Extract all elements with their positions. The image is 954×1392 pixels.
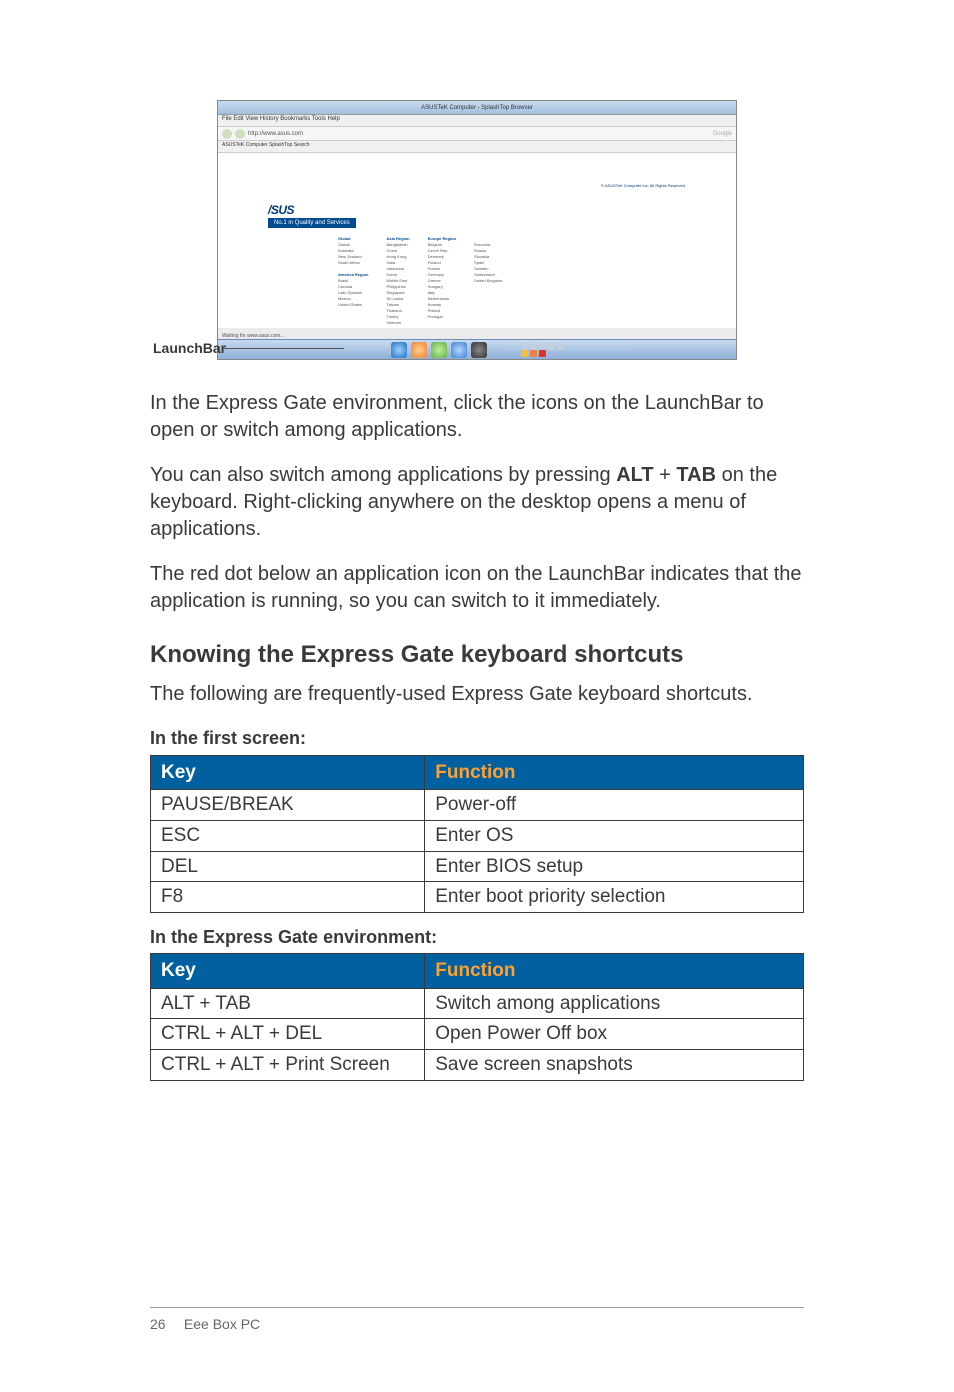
skype-icon[interactable] bbox=[451, 342, 467, 358]
page-footer: 26 Eee Box PC bbox=[150, 1307, 804, 1332]
th-function: Function bbox=[425, 755, 804, 790]
page-body: © ASUSTeK Computer Inc. All Rights Reser… bbox=[218, 153, 736, 328]
shortcuts-table-express-gate: Key Function ALT + TABSwitch among appli… bbox=[150, 953, 804, 1081]
window-titlebar: ASUSTeK Computer - SplashTop Browser bbox=[218, 101, 736, 115]
th-key: Key bbox=[151, 755, 425, 790]
copyright: © ASUSTeK Computer Inc. All Rights Reser… bbox=[268, 183, 686, 188]
heading-subtext: The following are frequently-used Expres… bbox=[150, 681, 804, 708]
table-header-row: Key Function bbox=[151, 954, 804, 989]
tray-icon[interactable] bbox=[557, 343, 564, 350]
table-row: ALT + TABSwitch among applications bbox=[151, 988, 804, 1019]
paragraph-1: In the Express Gate environment, click t… bbox=[150, 390, 804, 444]
browser-screenshot: ASUSTeK Computer - SplashTop Browser Fil… bbox=[217, 100, 737, 360]
table-row: CTRL + ALT + Print ScreenSave screen sna… bbox=[151, 1050, 804, 1081]
asus-tagline: No.1 in Quality and Services bbox=[268, 218, 356, 228]
launchbar[interactable] bbox=[218, 339, 736, 359]
search-hint: Google bbox=[713, 131, 732, 137]
tray-icon[interactable] bbox=[548, 343, 555, 350]
browser-tabs: ASUSTeK Computer SplashTop Search bbox=[218, 141, 736, 153]
back-icon[interactable] bbox=[222, 129, 232, 139]
table-row: ESCEnter OS bbox=[151, 820, 804, 851]
section-heading: Knowing the Express Gate keyboard shortc… bbox=[150, 639, 804, 671]
tray-icon[interactable] bbox=[539, 350, 546, 357]
table-header-row: Key Function bbox=[151, 755, 804, 790]
launchbar-callout-label: LaunchBar bbox=[153, 340, 226, 356]
tray-icon[interactable] bbox=[530, 350, 537, 357]
chat-icon[interactable] bbox=[431, 342, 447, 358]
tray-icon[interactable] bbox=[530, 343, 537, 350]
tray-icon[interactable] bbox=[521, 343, 528, 350]
launchbar-callout-line bbox=[224, 348, 344, 349]
asus-logo: /SUS bbox=[268, 203, 686, 217]
regions-list: GlobalGlobalAustraliaNew ZealandSouth Af… bbox=[338, 236, 686, 326]
table-row: PAUSE/BREAKPower-off bbox=[151, 790, 804, 821]
th-key: Key bbox=[151, 954, 425, 989]
system-tray bbox=[521, 343, 564, 357]
table2-caption: In the Express Gate environment: bbox=[150, 925, 804, 949]
forward-icon[interactable] bbox=[235, 129, 245, 139]
table-row: F8Enter boot priority selection bbox=[151, 882, 804, 913]
tray-icon[interactable] bbox=[539, 343, 546, 350]
tray-icon[interactable] bbox=[521, 350, 528, 357]
paragraph-3: The red dot below an application icon on… bbox=[150, 561, 804, 615]
shortcuts-table-first-screen: Key Function PAUSE/BREAKPower-off ESCEnt… bbox=[150, 755, 804, 913]
web-icon[interactable] bbox=[391, 342, 407, 358]
games-icon[interactable] bbox=[471, 342, 487, 358]
table-row: CTRL + ALT + DELOpen Power Off box bbox=[151, 1019, 804, 1050]
table-row: DELEnter BIOS setup bbox=[151, 851, 804, 882]
photo-icon[interactable] bbox=[411, 342, 427, 358]
url-text: http://www.asus.com bbox=[248, 131, 303, 137]
browser-addressbar: http://www.asus.com Google bbox=[218, 127, 736, 141]
footer-title: Eee Box PC bbox=[184, 1316, 260, 1332]
th-function: Function bbox=[425, 954, 804, 989]
browser-menubar: File Edit View History Bookmarks Tools H… bbox=[218, 115, 736, 127]
paragraph-2: You can also switch among applications b… bbox=[150, 462, 804, 543]
page-number: 26 bbox=[150, 1316, 180, 1332]
table1-caption: In the first screen: bbox=[150, 726, 804, 750]
